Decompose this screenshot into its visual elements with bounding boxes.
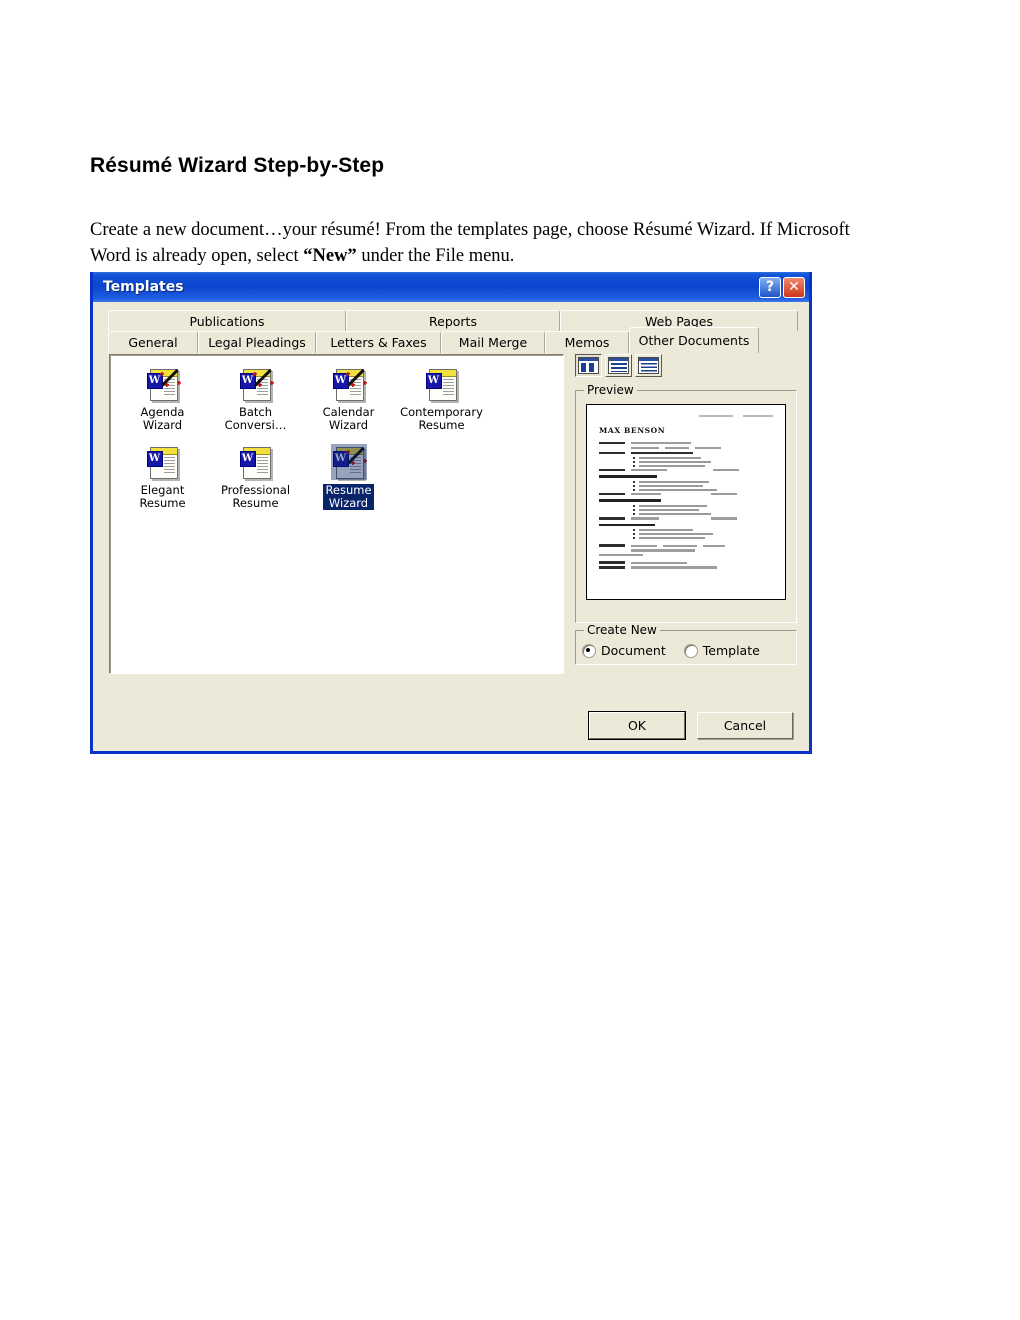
list-view-button[interactable]: [605, 354, 632, 377]
page-title: Résumé Wizard Step-by-Step: [90, 154, 385, 178]
intro-paragraph-part2: under the File menu.: [356, 245, 515, 266]
label-line-2: Wizard: [142, 418, 183, 432]
view-mode-button-group: [575, 354, 797, 377]
template-item-calendar-wizard[interactable]: W Calendar Wizard: [302, 363, 395, 441]
radio-template-label: Template: [702, 643, 760, 658]
tab-label: Publications: [189, 313, 265, 329]
label-line-1: Resume: [325, 483, 372, 497]
tab-strip: Publications Reports Web Pages General L…: [102, 310, 800, 358]
cancel-button[interactable]: Cancel: [697, 712, 793, 739]
tab-mail-merge[interactable]: Mail Merge: [441, 331, 545, 353]
tab-label: Legal Pleadings: [208, 335, 306, 350]
radio-document[interactable]: Document: [582, 643, 666, 658]
word-document-icon: W: [425, 367, 459, 401]
tab-label: Other Documents: [638, 333, 750, 348]
label-line-2: Resume: [232, 496, 279, 510]
label-line-2: Resume: [418, 418, 465, 432]
template-icon-grid: W Agenda Wizard W Batch Conversi… W Cale…: [116, 363, 563, 519]
dialog-footer: OK Cancel: [588, 711, 793, 740]
tab-reports[interactable]: Reports: [346, 310, 560, 331]
tab-label: Reports: [429, 313, 477, 329]
tab-general[interactable]: General: [108, 331, 198, 353]
create-new-radio-row: Document Template: [582, 641, 790, 658]
word-wizard-icon: W: [332, 367, 367, 401]
tab-row-lower: General Legal Pleadings Letters & Faxes …: [108, 327, 759, 353]
template-item-label: Resume Wizard: [323, 483, 374, 510]
word-wizard-icon: W: [330, 444, 367, 480]
label-line-1: Batch: [238, 405, 273, 419]
dialog-body: Publications Reports Web Pages General L…: [93, 302, 809, 751]
template-item-professional-resume[interactable]: W Professional Resume: [209, 441, 302, 519]
tab-label: Mail Merge: [458, 335, 528, 350]
template-item-agenda-wizard[interactable]: W Agenda Wizard: [116, 363, 209, 441]
label-line-2: Resume: [139, 496, 186, 510]
template-item-batch-conversion-wizard[interactable]: W Batch Conversi…: [209, 363, 302, 441]
create-new-legend: Create New: [587, 623, 657, 637]
radio-template-indicator[interactable]: [683, 643, 698, 658]
tab-label: Memos: [564, 335, 610, 350]
right-column: Preview MAX BENSON Create New Document T…: [575, 354, 797, 665]
template-item-label: Batch Conversi…: [225, 406, 287, 432]
template-list-panel[interactable]: W Agenda Wizard W Batch Conversi… W Cale…: [109, 354, 564, 674]
label-line-2: Conversi…: [224, 418, 287, 432]
word-document-icon: W: [239, 445, 273, 479]
label-line-1: Elegant: [140, 483, 185, 497]
preview-group: Preview MAX BENSON: [575, 383, 797, 623]
intro-paragraph-emphasis: “New”: [303, 245, 357, 266]
preview-header-lines: [599, 415, 773, 417]
template-item-label: Elegant Resume: [139, 484, 185, 510]
dialog-title: Templates: [103, 279, 184, 295]
tab-label: General: [128, 335, 178, 350]
preview-legend: Preview: [587, 383, 634, 397]
word-document-icon: W: [146, 445, 180, 479]
intro-paragraph: Create a new document…your résumé! From …: [90, 217, 850, 269]
preview-document-name: MAX BENSON: [599, 426, 666, 435]
label-line-1: Contemporary: [400, 405, 483, 419]
label-line-2: Wizard: [328, 418, 369, 432]
tab-memos[interactable]: Memos: [545, 331, 629, 353]
templates-dialog: Templates ? ✕ Publications Reports Web P…: [90, 272, 812, 754]
label-line-1: Agenda: [140, 405, 185, 419]
large-icons-view-button[interactable]: [575, 354, 602, 377]
label-line-2: Wizard: [328, 496, 369, 510]
details-view-button[interactable]: [635, 354, 662, 377]
close-icon[interactable]: ✕: [783, 276, 805, 298]
tab-letters-and-faxes[interactable]: Letters & Faxes: [316, 331, 441, 353]
tab-other-documents[interactable]: Other Documents: [629, 327, 759, 353]
preview-canvas: MAX BENSON: [586, 404, 786, 600]
titlebar-button-group: ? ✕: [759, 276, 805, 298]
template-item-elegant-resume[interactable]: W Elegant Resume: [116, 441, 209, 519]
template-item-resume-wizard[interactable]: W Resume Wizard: [302, 441, 395, 519]
radio-document-label: Document: [601, 643, 666, 658]
template-item-label: Contemporary Resume: [400, 406, 483, 432]
tab-publications[interactable]: Publications: [108, 310, 346, 331]
label-line-1: Calendar: [322, 405, 375, 419]
help-icon[interactable]: ?: [759, 276, 781, 298]
tab-label: Letters & Faxes: [330, 335, 427, 350]
template-item-label: Agenda Wizard: [141, 406, 185, 432]
template-item-label: Professional Resume: [221, 484, 290, 510]
label-line-1: Professional: [220, 483, 291, 497]
template-item-contemporary-resume[interactable]: W Contemporary Resume: [395, 363, 488, 441]
radio-document-indicator[interactable]: [582, 643, 596, 658]
word-wizard-icon: W: [146, 367, 181, 401]
ok-button[interactable]: OK: [588, 711, 686, 740]
dialog-titlebar: Templates ? ✕: [93, 272, 809, 302]
template-item-label: Calendar Wizard: [323, 406, 375, 432]
create-new-group: Create New Document Template: [575, 623, 797, 665]
tab-legal-pleadings[interactable]: Legal Pleadings: [198, 331, 316, 353]
radio-template[interactable]: Template: [683, 643, 760, 658]
word-wizard-icon: W: [239, 367, 274, 401]
